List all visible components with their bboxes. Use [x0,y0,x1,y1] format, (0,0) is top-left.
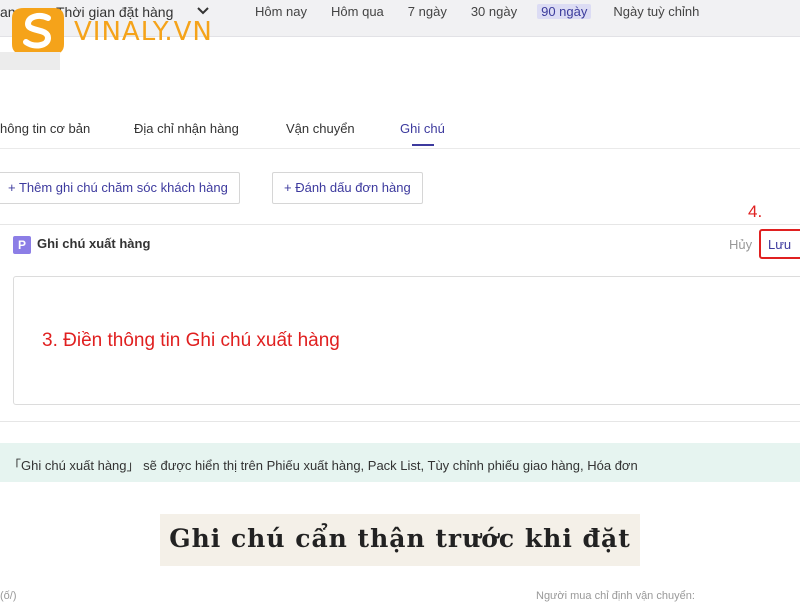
caption-text: Ghi chú cẩn thận trước khi đặt [169,524,631,553]
add-care-note-button[interactable]: + Thêm ghi chú chăm sóc khách hàng [0,172,240,204]
chip-30-days[interactable]: 30 ngày [469,4,519,19]
chip-90-days[interactable]: 90 ngày [537,4,592,19]
section-divider [0,224,800,225]
step-3-annotation: 3. Điền thông tin Ghi chú xuất hàng [42,330,340,351]
logo-text: VINALY.VN [74,17,213,47]
mark-order-button[interactable]: + Đánh dấu đơn hàng [272,172,423,204]
order-tabs: hông tin cơ bản Địa chỉ nhận hàng Vận ch… [0,118,800,149]
section-divider [0,421,800,422]
tab-shipping-address[interactable]: Địa chỉ nhận hàng [134,121,239,136]
chip-7-days[interactable]: 7 ngày [406,4,449,19]
save-button[interactable]: Lưu [768,237,791,252]
chip-today[interactable]: Hôm nay [253,4,309,19]
section-title: Ghi chú xuất hàng [37,236,151,251]
info-bar: 「Ghi chú xuất hàng」 sẽ được hiển thị trê… [0,443,800,482]
bottom-right-text: Người mua chỉ định vận chuyển: [536,590,695,602]
cancel-button[interactable]: Hủy [729,237,752,252]
vinaly-logo-icon [12,8,64,54]
tab-shipping[interactable]: Vận chuyển [286,121,355,136]
tab-basic-info[interactable]: hông tin cơ bản [0,121,90,136]
date-range-chips: Hôm nay Hôm qua 7 ngày 30 ngày 90 ngày N… [253,4,721,19]
active-tab-indicator [412,144,434,146]
step-4-annotation: 4. [748,202,763,221]
tab-notes[interactable]: Ghi chú [400,121,445,136]
info-text: 「Ghi chú xuất hàng」 sẽ được hiển thị trê… [8,458,638,473]
vinaly-watermark-logo: VINALY.VN [10,6,213,56]
chip-custom-date[interactable]: Ngày tuỳ chỉnh [611,4,701,19]
bottom-left-text: (ố/) [0,590,17,602]
caption-banner: Ghi chú cẩn thận trước khi đặt [160,514,640,566]
blurred-content [0,52,60,70]
p-badge-icon: P [13,236,31,254]
chip-yesterday[interactable]: Hôm qua [329,4,386,19]
